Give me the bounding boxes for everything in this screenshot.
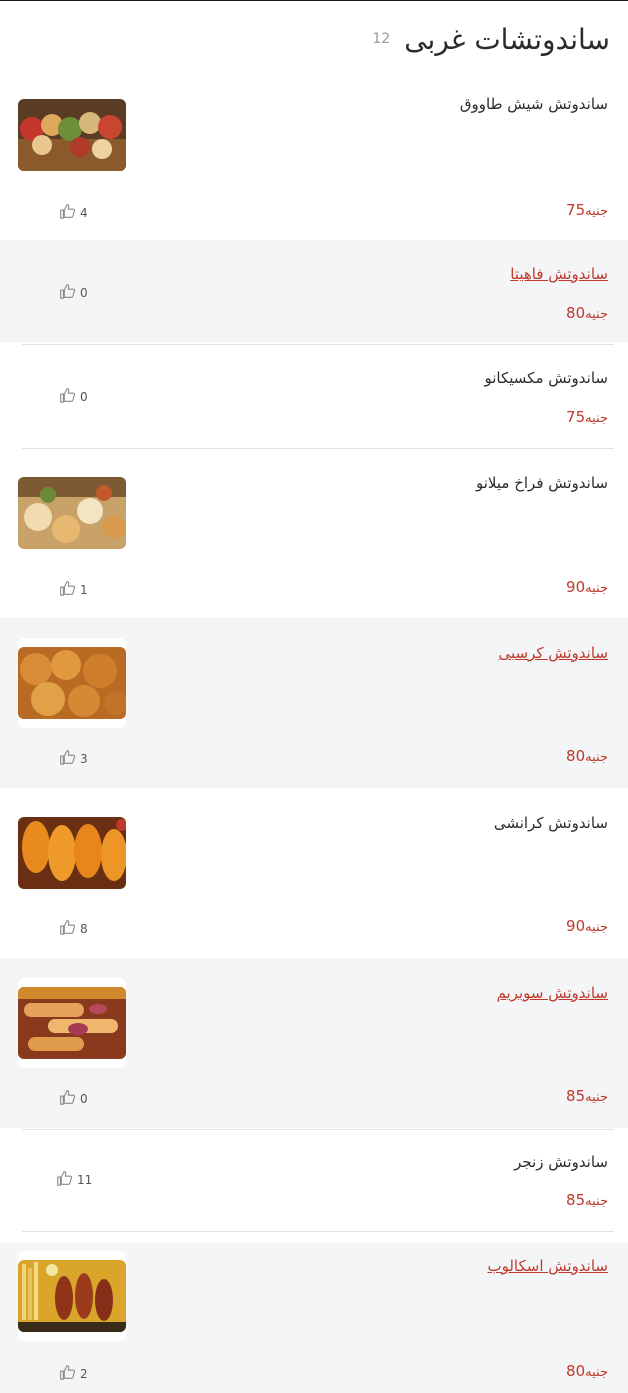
category-header: ساندوتشات غربى 12: [372, 16, 610, 62]
thumbs-up-icon: [58, 1363, 76, 1384]
divider: [22, 1231, 614, 1232]
thumbs-up-icon: [58, 748, 76, 769]
item-name[interactable]: ساندوتش سوبريم: [497, 984, 608, 1002]
item-name[interactable]: ساندوتش فراخ ميلانو: [476, 474, 608, 492]
item-name[interactable]: ساندوتش كرانشى: [494, 814, 608, 832]
item-image[interactable]: [18, 817, 126, 889]
like-button[interactable]: 0: [58, 282, 88, 303]
like-button[interactable]: 8: [58, 918, 88, 939]
thumbs-up-icon: [58, 918, 76, 939]
like-count: 0: [80, 285, 88, 300]
item-price: 85جنيه: [566, 1087, 608, 1105]
menu-item[interactable]: ساندوتش اسكالوب 80جنيه 2: [0, 1243, 628, 1393]
like-count: 11: [77, 1172, 93, 1187]
thumbs-up-icon: [58, 282, 76, 303]
item-name[interactable]: ساندوتش كرسبى: [498, 644, 608, 662]
like-button[interactable]: 1: [58, 579, 88, 600]
item-price: 75جنيه: [566, 201, 608, 219]
item-name[interactable]: ساندوتش شيش طاووق: [460, 95, 608, 113]
like-button[interactable]: 11: [55, 1169, 92, 1190]
thumbs-up-icon: [58, 386, 76, 407]
thumbs-up-icon: [55, 1169, 73, 1190]
menu-item[interactable]: ساندوتش كرسبى 80جنيه 3: [0, 618, 628, 788]
like-count: 4: [80, 205, 88, 220]
item-name[interactable]: ساندوتش فاهيتا: [510, 265, 608, 283]
top-border: [0, 0, 628, 1]
item-name[interactable]: ساندوتش مكسيكانو: [484, 369, 608, 387]
like-count: 2: [80, 1366, 88, 1381]
menu-item[interactable]: ساندوتش كرانشى 90جنيه 8: [0, 788, 628, 958]
item-price: 80جنيه: [566, 747, 608, 765]
category-title: ساندوتشات غربى: [404, 22, 610, 56]
menu-item[interactable]: ساندوتش سوبريم 85جنيه 0: [0, 958, 628, 1128]
menu-item[interactable]: ساندوتش زنجر 85جنيه 11: [0, 1130, 628, 1231]
menu-item[interactable]: ساندوتش شيش طاووق 75جنيه 4: [0, 80, 628, 240]
item-count: 12: [372, 31, 391, 47]
item-price: 80جنيه: [566, 304, 608, 322]
like-button[interactable]: 4: [58, 202, 88, 223]
like-count: 0: [80, 389, 88, 404]
item-price: 90جنيه: [566, 917, 608, 935]
like-count: 3: [80, 751, 88, 766]
item-price: 85جنيه: [566, 1191, 608, 1209]
item-name[interactable]: ساندوتش اسكالوب: [487, 1257, 608, 1275]
like-button[interactable]: 3: [58, 748, 88, 769]
item-price: 90جنيه: [566, 578, 608, 596]
like-button[interactable]: 0: [58, 1088, 88, 1109]
like-button[interactable]: 2: [58, 1363, 88, 1384]
thumbs-up-icon: [58, 1088, 76, 1109]
item-name[interactable]: ساندوتش زنجر: [514, 1153, 608, 1171]
item-image[interactable]: [18, 647, 126, 719]
item-image[interactable]: [18, 987, 126, 1059]
menu-item[interactable]: ساندوتش مكسيكانو 75جنيه 0: [0, 345, 628, 448]
like-count: 8: [80, 921, 88, 936]
item-image[interactable]: [18, 1260, 126, 1332]
item-price: 80جنيه: [566, 1362, 608, 1380]
item-image[interactable]: [18, 99, 126, 171]
item-image[interactable]: [18, 477, 126, 549]
like-button[interactable]: 0: [58, 386, 88, 407]
thumbs-up-icon: [58, 579, 76, 600]
menu-item[interactable]: ساندوتش فراخ ميلانو 90جنيه 1: [0, 449, 628, 618]
like-count: 1: [80, 582, 88, 597]
like-count: 0: [80, 1091, 88, 1106]
menu-item[interactable]: ساندوتش فاهيتا 80جنيه 0: [0, 240, 628, 342]
thumbs-up-icon: [58, 202, 76, 223]
item-price: 75جنيه: [566, 408, 608, 426]
